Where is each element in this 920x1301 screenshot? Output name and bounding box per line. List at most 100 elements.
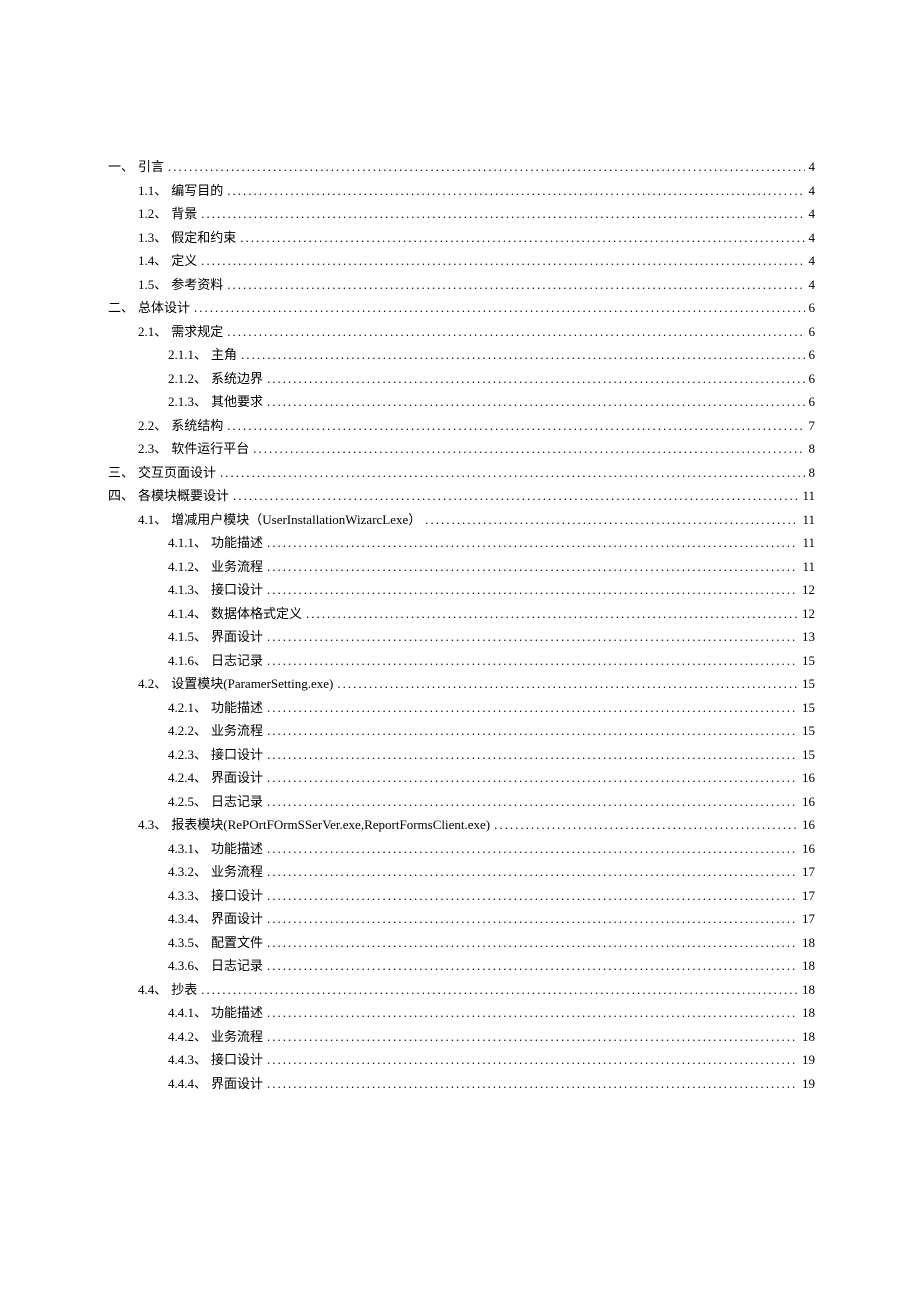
toc-page-number: 13: [802, 625, 815, 649]
toc-leader: [267, 743, 798, 767]
toc-leader: [267, 531, 798, 555]
toc-leader: [267, 625, 798, 649]
toc-entry[interactable]: 三、交互页面设计8: [108, 461, 815, 485]
toc-entry[interactable]: 4.2、设置模块(ParamerSetting.exe)15: [108, 672, 815, 696]
toc-page-number: 19: [802, 1072, 815, 1096]
toc-page-number: 7: [809, 414, 816, 438]
toc-page-number: 6: [809, 320, 816, 344]
toc-title: 各模块概要设计: [138, 484, 229, 508]
toc-number: 4.2.5、: [168, 790, 207, 814]
toc-entry[interactable]: 4.1、增减用户模块（UserInstallationWizarcLexe）11: [108, 508, 815, 532]
toc-page-number: 15: [802, 743, 815, 767]
toc-leader: [267, 367, 804, 391]
toc-page-number: 12: [802, 578, 815, 602]
toc-entry[interactable]: 4.4.2、业务流程18: [108, 1025, 815, 1049]
toc-number: 4.1、: [138, 508, 167, 532]
toc-entry[interactable]: 2.3、软件运行平台8: [108, 437, 815, 461]
toc-number: 4.1.2、: [168, 555, 207, 579]
toc-entry[interactable]: 4.3.4、界面设计17: [108, 907, 815, 931]
toc-leader: [201, 249, 804, 273]
toc-title: 假定和约束: [171, 226, 236, 250]
toc-leader: [267, 931, 798, 955]
toc-page-number: 4: [809, 226, 816, 250]
toc-page-number: 8: [809, 461, 816, 485]
toc-number: 4.1.6、: [168, 649, 207, 673]
toc-number: 1.1、: [138, 179, 167, 203]
toc-page-number: 12: [802, 602, 815, 626]
toc-entry[interactable]: 二、总体设计6: [108, 296, 815, 320]
toc-entry[interactable]: 1.2、背景4: [108, 202, 815, 226]
toc-page-number: 4: [809, 179, 816, 203]
toc-page-number: 17: [802, 860, 815, 884]
toc-leader: [201, 978, 798, 1002]
toc-entry[interactable]: 4.2.1、功能描述15: [108, 696, 815, 720]
toc-number: 4.3.4、: [168, 907, 207, 931]
toc-entry[interactable]: 1.1、编写目的 4: [108, 179, 815, 203]
toc-entry[interactable]: 4.2.2、业务流程15: [108, 719, 815, 743]
toc-leader: [267, 766, 798, 790]
toc-title: 主角: [211, 343, 237, 367]
toc-entry[interactable]: 4.1.4、数据体格式定义12: [108, 602, 815, 626]
toc-page-number: 8: [809, 437, 816, 461]
toc-entry[interactable]: 4.3.6、日志记录18: [108, 954, 815, 978]
toc-title: 编写目的: [171, 179, 223, 203]
toc-entry[interactable]: 1.3、假定和约束 4: [108, 226, 815, 250]
toc-leader: [267, 696, 798, 720]
toc-entry[interactable]: 2.1、需求规定6: [108, 320, 815, 344]
toc-leader: [220, 461, 804, 485]
toc-page-number: 17: [802, 907, 815, 931]
toc-page-number: 6: [809, 343, 816, 367]
toc-entry[interactable]: 1.5、参考资料4: [108, 273, 815, 297]
toc-entry[interactable]: 2.1.1、主角6: [108, 343, 815, 367]
toc-title: 系统边界: [211, 367, 263, 391]
toc-entry[interactable]: 4.1.5、界面设计13: [108, 625, 815, 649]
toc-number: 4.1.5、: [168, 625, 207, 649]
toc-entry[interactable]: 4.1.2、业务流程11: [108, 555, 815, 579]
toc-entry[interactable]: 4.4.3、接口设计19: [108, 1048, 815, 1072]
toc-entry[interactable]: 4.4.1、功能描述18: [108, 1001, 815, 1025]
toc-number: 4.2、: [138, 672, 167, 696]
toc-entry[interactable]: 4.2.3、接口设计15: [108, 743, 815, 767]
toc-entry[interactable]: 1.4、定义4: [108, 249, 815, 273]
toc-entry[interactable]: 4.4.4、界面设计19: [108, 1072, 815, 1096]
toc-number: 4.1.4、: [168, 602, 207, 626]
toc-entry[interactable]: 4.3、报表模块(RePOrtFOrmSSerVer.exe,ReportFor…: [108, 813, 815, 837]
toc-page-number: 15: [802, 649, 815, 673]
toc-leader: [267, 907, 798, 931]
toc-entry[interactable]: 4.3.2、业务流程17: [108, 860, 815, 884]
toc-entry[interactable]: 4.4、抄表18: [108, 978, 815, 1002]
toc-entry[interactable]: 4.3.1、功能描述16: [108, 837, 815, 861]
toc-leader: [267, 837, 798, 861]
toc-leader: [306, 602, 798, 626]
toc-page-number: 16: [802, 837, 815, 861]
toc-entry[interactable]: 四、各模块概要设计11: [108, 484, 815, 508]
toc-entry[interactable]: 一、引言4: [108, 155, 815, 179]
toc-entry[interactable]: 2.1.2、系统边界6: [108, 367, 815, 391]
toc-leader: [267, 1025, 798, 1049]
toc-number: 1.3、: [138, 226, 167, 250]
toc-number: 4.4.2、: [168, 1025, 207, 1049]
toc-entry[interactable]: 2.1.3、其他要求6: [108, 390, 815, 414]
toc-title: 功能描述: [211, 1001, 263, 1025]
toc-entry[interactable]: 4.1.3、接口设计12: [108, 578, 815, 602]
toc-entry[interactable]: 4.3.3、接口设计17: [108, 884, 815, 908]
toc-title: 日志记录: [211, 954, 263, 978]
toc-entry[interactable]: 4.1.1、功能描述11: [108, 531, 815, 555]
toc-title: 接口设计: [211, 743, 263, 767]
toc-entry[interactable]: 4.1.6、日志记录15: [108, 649, 815, 673]
toc-entry[interactable]: 4.2.5、日志记录16: [108, 790, 815, 814]
toc-leader: [267, 719, 798, 743]
toc-page-number: 4: [809, 202, 816, 226]
toc-title: 配置文件: [211, 931, 263, 955]
toc-entry[interactable]: 2.2、系统结构7: [108, 414, 815, 438]
toc-leader: [253, 437, 804, 461]
toc-leader: [267, 860, 798, 884]
toc-title: 参考资料: [171, 273, 223, 297]
toc-number: 三、: [108, 461, 134, 485]
toc-leader: [227, 273, 804, 297]
toc-leader: [267, 649, 798, 673]
toc-page-number: 15: [802, 672, 815, 696]
toc-entry[interactable]: 4.2.4、界面设计16: [108, 766, 815, 790]
toc-number: 4.1.3、: [168, 578, 207, 602]
toc-entry[interactable]: 4.3.5、配置文件18: [108, 931, 815, 955]
